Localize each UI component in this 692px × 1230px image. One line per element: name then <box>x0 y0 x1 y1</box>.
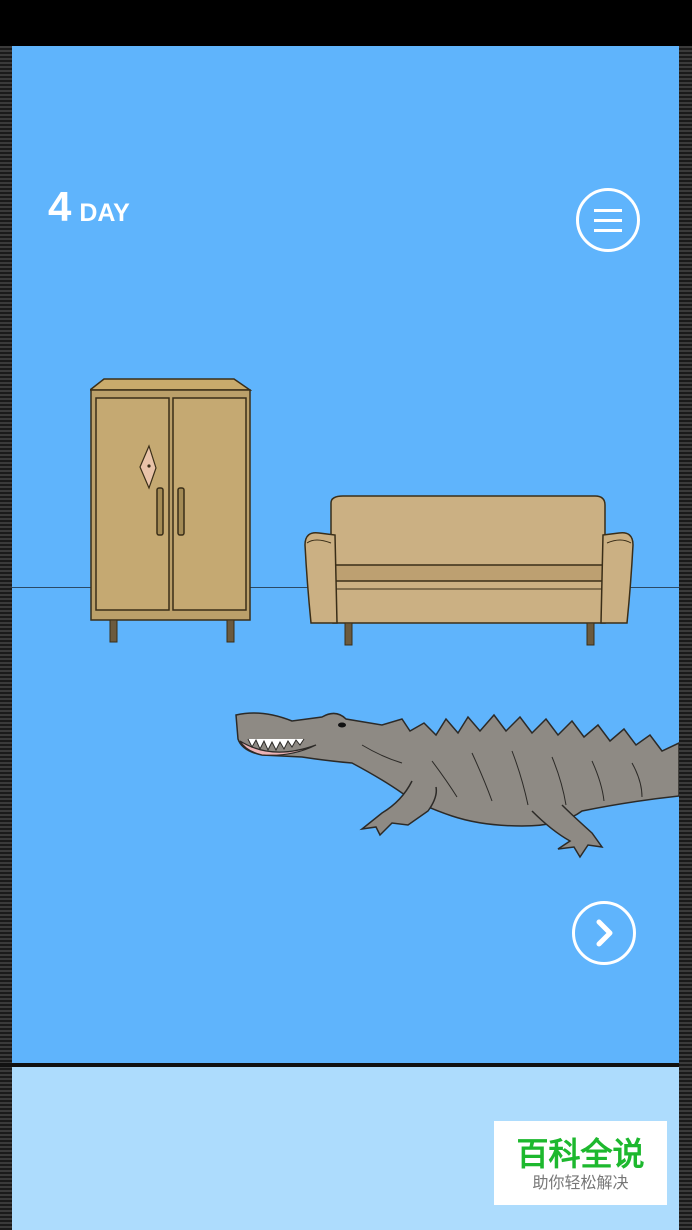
status-bar <box>0 0 692 46</box>
watermark-subtitle: 助你轻松解决 <box>532 1173 629 1192</box>
game-scene: 4 DAY <box>12 46 679 1063</box>
left-border <box>0 46 12 1230</box>
hamburger-menu-icon-line <box>594 228 622 232</box>
crocodile[interactable] <box>232 701 679 861</box>
sofa[interactable] <box>303 493 635 651</box>
hamburger-menu-icon-line <box>594 218 622 222</box>
day-counter: 4 DAY <box>48 186 130 228</box>
day-number: 4 <box>48 183 72 230</box>
hamburger-menu-icon <box>594 208 622 212</box>
right-border <box>679 46 692 1230</box>
watermark: 百科全说 助你轻松解决 <box>494 1121 667 1205</box>
day-label: DAY <box>79 199 130 227</box>
menu-button[interactable] <box>576 188 640 252</box>
watermark-title: 百科全说 <box>516 1135 645 1173</box>
next-button[interactable] <box>572 901 636 965</box>
wardrobe[interactable] <box>90 376 252 646</box>
chevron-right-icon <box>596 919 613 947</box>
